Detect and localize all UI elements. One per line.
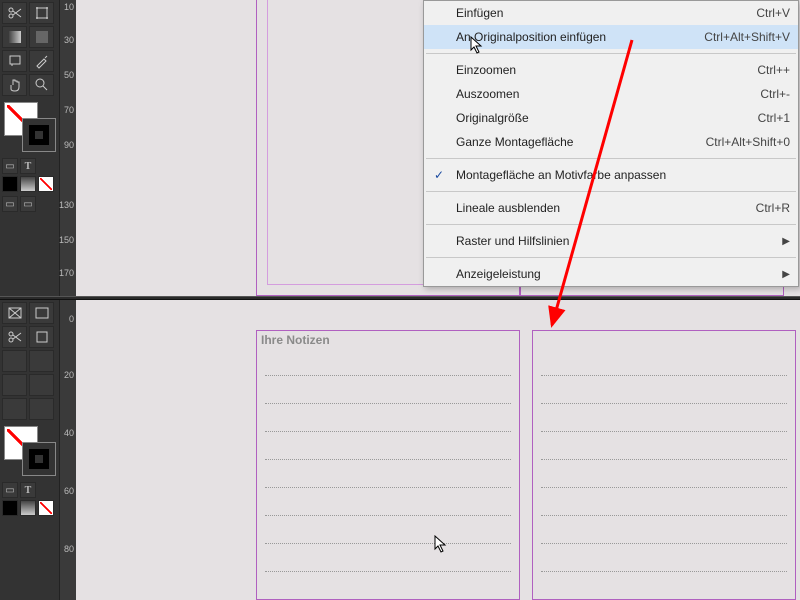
cursor-pointer-top: [470, 36, 486, 59]
menu-label: Lineale ausblenden: [456, 201, 560, 215]
apply-color-btn-b[interactable]: [2, 500, 18, 516]
ruler-mark: 80: [64, 544, 74, 554]
apply-color-text-icon[interactable]: T: [20, 158, 36, 174]
note-tool-icon[interactable]: [2, 50, 27, 72]
gradient-swatch-tool-icon-b[interactable]: [2, 350, 27, 372]
menu-label: Einfügen: [456, 6, 503, 20]
note-tool-icon-b[interactable]: [2, 374, 27, 396]
menu-item-match-pasteboard[interactable]: ✓ Montagefläche an Motivfarbe anpassen: [424, 163, 798, 187]
apply-gradient-btn[interactable]: [20, 176, 36, 192]
ruler-vertical-top: 10 30 50 70 90 130 150 170: [60, 0, 76, 296]
menu-label: Originalgröße: [456, 111, 529, 125]
window-pane-bottom: ▭ T 0 20 40 60 80 Ihre Notizen: [0, 300, 800, 600]
apply-none-btn-b[interactable]: [38, 500, 54, 516]
menu-label: Raster und Hilfslinien: [456, 234, 569, 248]
ruler-mark: 90: [64, 140, 74, 150]
apply-color-container-icon[interactable]: ▭: [2, 158, 18, 174]
hand-tool-icon[interactable]: [2, 74, 27, 96]
view-mode-preview-icon[interactable]: ▭: [20, 196, 36, 212]
scissors-tool-icon-b[interactable]: [2, 326, 27, 348]
notes-text-frame[interactable]: Ihre Notizen: [256, 330, 520, 600]
scissors-tool-icon[interactable]: [2, 2, 27, 24]
menu-item-zoom-in[interactable]: Einzoomen Ctrl++: [424, 58, 798, 82]
fill-stroke-swatch-b[interactable]: [4, 426, 56, 476]
apply-none-btn[interactable]: [38, 176, 54, 192]
menu-item-actual-size[interactable]: Originalgröße Ctrl+1: [424, 106, 798, 130]
ruler-vertical-bottom: 0 20 40 60 80: [60, 300, 76, 600]
apply-gradient-btn-b[interactable]: [20, 500, 36, 516]
ruler-mark: 70: [64, 105, 74, 115]
menu-shortcut: Ctrl+-: [760, 87, 790, 101]
menu-shortcut: Ctrl+Alt+Shift+0: [706, 135, 790, 149]
menu-label: Einzoomen: [456, 63, 516, 77]
gradient-swatch-tool-icon[interactable]: [2, 26, 27, 48]
transform-tool-icon-b[interactable]: [29, 326, 54, 348]
ruler-mark: 50: [64, 70, 74, 80]
fill-stroke-swatch[interactable]: [4, 102, 56, 152]
menu-separator: [426, 191, 796, 192]
apply-color-text-icon-b[interactable]: T: [20, 482, 36, 498]
menu-label: Montagefläche an Motivfarbe anpassen: [456, 168, 666, 182]
cursor-pointer-bottom: [434, 535, 450, 558]
ruler-mark: 20: [64, 370, 74, 380]
tool-panel-top: ▭ T ▭ ▭: [0, 0, 60, 296]
rectangle-frame-tool-icon[interactable]: [2, 302, 27, 324]
notes-title: Ihre Notizen: [261, 333, 330, 347]
menu-item-entire-pasteboard[interactable]: Ganze Montagefläche Ctrl+Alt+Shift+0: [424, 130, 798, 154]
apply-color-btn[interactable]: [2, 176, 18, 192]
menu-label: Ganze Montagefläche: [456, 135, 573, 149]
tool-panel-bottom: ▭ T: [0, 300, 60, 600]
menu-shortcut: Ctrl+R: [756, 201, 790, 215]
eyedropper-tool-icon-b[interactable]: [29, 374, 54, 396]
menu-separator: [426, 257, 796, 258]
zoom-tool-icon-b[interactable]: [29, 398, 54, 420]
menu-label: Anzeigeleistung: [456, 267, 541, 281]
menu-item-hide-rulers[interactable]: Lineale ausblenden Ctrl+R: [424, 196, 798, 220]
free-transform-tool-icon[interactable]: [29, 2, 54, 24]
ruler-mark: 60: [64, 486, 74, 496]
ruler-mark: 40: [64, 428, 74, 438]
menu-item-zoom-out[interactable]: Auszoomen Ctrl+-: [424, 82, 798, 106]
submenu-arrow-icon: ▶: [782, 236, 790, 247]
menu-label: Auszoomen: [456, 87, 519, 101]
eyedropper-tool-icon[interactable]: [29, 50, 54, 72]
view-mode-normal-icon[interactable]: ▭: [2, 196, 18, 212]
zoom-tool-icon[interactable]: [29, 74, 54, 96]
ruler-mark: 170: [59, 268, 74, 278]
menu-item-paste[interactable]: Einfügen Ctrl+V: [424, 1, 798, 25]
menu-separator: [426, 158, 796, 159]
menu-shortcut: Ctrl+V: [756, 6, 790, 20]
menu-shortcut: Ctrl+1: [758, 111, 790, 125]
gradient-feather-tool-icon-b[interactable]: [29, 350, 54, 372]
hand-tool-icon-b[interactable]: [2, 398, 27, 420]
menu-separator: [426, 224, 796, 225]
menu-shortcut: Ctrl++: [757, 63, 790, 77]
rectangle-tool-icon[interactable]: [29, 302, 54, 324]
ruler-mark: 30: [64, 35, 74, 45]
apply-color-container-icon-b[interactable]: ▭: [2, 482, 18, 498]
submenu-arrow-icon: ▶: [782, 269, 790, 280]
gradient-feather-tool-icon[interactable]: [29, 26, 54, 48]
ruler-mark: 150: [59, 235, 74, 245]
ruler-mark: 0: [69, 314, 74, 324]
ruler-mark: 10: [64, 2, 74, 12]
menu-item-grids-guides[interactable]: Raster und Hilfslinien ▶: [424, 229, 798, 253]
menu-item-display-performance[interactable]: Anzeigeleistung ▶: [424, 262, 798, 286]
empty-text-frame-right[interactable]: [532, 330, 796, 600]
ruler-mark: 130: [59, 200, 74, 210]
check-icon: ✓: [434, 168, 444, 182]
menu-shortcut: Ctrl+Alt+Shift+V: [704, 30, 790, 44]
